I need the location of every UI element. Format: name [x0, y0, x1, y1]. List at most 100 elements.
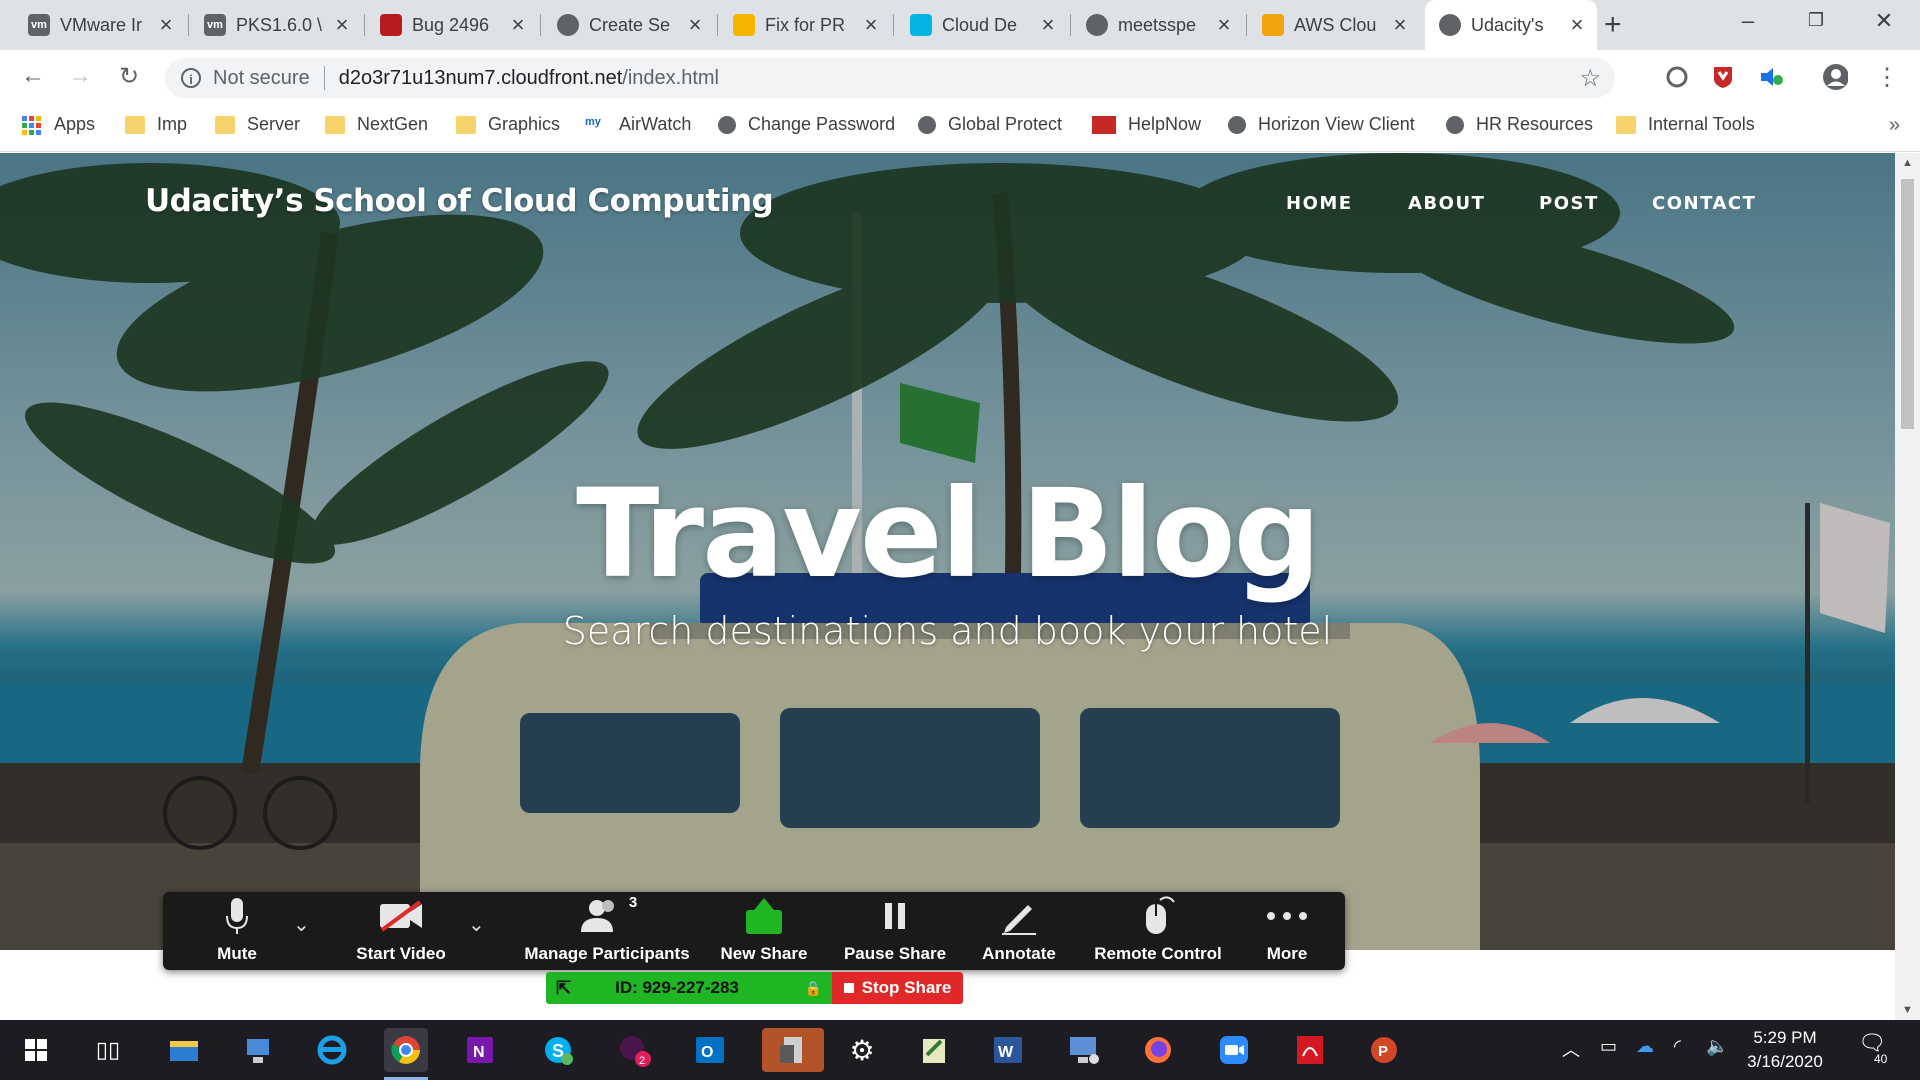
- onedrive-icon[interactable]: ☁: [1636, 1036, 1654, 1057]
- bookmark-horizon-view-client[interactable]: Horizon View Client: [1228, 114, 1415, 135]
- notifications-icon[interactable]: 🗨 40: [1858, 1030, 1890, 1066]
- bookmark-nextgen[interactable]: NextGen: [325, 114, 428, 135]
- manage-participants-button[interactable]: 3 Manage Participants: [507, 892, 707, 970]
- globe-icon: [718, 115, 736, 134]
- close-tab-icon[interactable]: ×: [332, 12, 352, 38]
- network-app-icon[interactable]: [236, 1028, 280, 1072]
- bookmark-hr-resources[interactable]: HR Resources: [1446, 114, 1593, 135]
- address-bar[interactable]: i Not secure d2o3r71u13num7.cloudfront.n…: [165, 58, 1615, 98]
- firefox-icon[interactable]: [1136, 1028, 1180, 1072]
- close-tab-icon[interactable]: ×: [1214, 12, 1234, 38]
- chrome-icon[interactable]: [384, 1028, 428, 1080]
- zoom-app-icon[interactable]: [1212, 1028, 1256, 1072]
- slack-icon[interactable]: 2: [612, 1028, 656, 1072]
- start-video-button[interactable]: Start Video: [331, 892, 471, 970]
- close-tab-icon[interactable]: ×: [685, 12, 705, 38]
- bookmark-internal-tools[interactable]: Internal Tools: [1616, 114, 1755, 135]
- windows-start-icon[interactable]: [14, 1028, 58, 1072]
- minimize-button[interactable]: –: [1728, 8, 1768, 34]
- zoom-share-app-icon[interactable]: [762, 1028, 824, 1072]
- acrobat-icon[interactable]: [1288, 1028, 1332, 1072]
- browser-tab[interactable]: Udacity's ×: [1425, 0, 1597, 50]
- new-tab-button[interactable]: +: [1604, 8, 1622, 42]
- file-explorer-icon[interactable]: [162, 1028, 206, 1072]
- system-clock[interactable]: 5:29 PM 3/16/2020: [1730, 1026, 1840, 1074]
- info-icon[interactable]: i: [181, 68, 201, 88]
- vm-favicon-icon: vm: [204, 14, 226, 36]
- site-brand[interactable]: Udacity’s School of Cloud Computing: [145, 183, 774, 219]
- profile-avatar-icon[interactable]: [1822, 64, 1848, 90]
- page-scrollbar[interactable]: ▲ ▼: [1895, 153, 1920, 1020]
- scroll-down-arrow[interactable]: ▼: [1895, 1004, 1920, 1016]
- mcafee-icon[interactable]: [1710, 64, 1736, 90]
- nav-post[interactable]: POST: [1539, 193, 1599, 214]
- forward-button[interactable]: →: [65, 62, 95, 90]
- chrome-menu-icon[interactable]: ⋮: [1874, 64, 1900, 91]
- browser-tab[interactable]: Bug 2496 ×: [366, 0, 538, 50]
- battery-icon[interactable]: ▭: [1600, 1036, 1617, 1057]
- mute-button[interactable]: Mute: [187, 892, 287, 970]
- bookmark-star-icon[interactable]: ☆: [1579, 64, 1601, 93]
- word-icon[interactable]: W: [986, 1028, 1030, 1072]
- close-window-button[interactable]: ✕: [1864, 8, 1904, 34]
- nav-contact[interactable]: CONTACT: [1652, 193, 1756, 214]
- bookmark-server[interactable]: Server: [215, 114, 300, 135]
- browser-tab[interactable]: AWS Clou ×: [1248, 0, 1420, 50]
- close-tab-icon[interactable]: ×: [156, 12, 176, 38]
- close-tab-icon[interactable]: ×: [1390, 12, 1410, 38]
- browser-tab[interactable]: Create Se ×: [543, 0, 715, 50]
- meeting-id-bar[interactable]: ⇱ ID: 929-227-283 🔒: [546, 972, 832, 1004]
- bookmark-imp[interactable]: Imp: [125, 114, 187, 135]
- nav-home[interactable]: HOME: [1286, 193, 1353, 214]
- browser-tab[interactable]: meetsspe ×: [1072, 0, 1244, 50]
- close-tab-icon[interactable]: ×: [508, 12, 528, 38]
- bookmark-airwatch[interactable]: my AirWatch: [585, 114, 691, 135]
- volume-icon[interactable]: 🔈: [1706, 1036, 1728, 1057]
- back-button[interactable]: ←: [18, 62, 48, 90]
- stop-share-button[interactable]: Stop Share: [832, 972, 963, 1004]
- audio-options-chevron-icon[interactable]: ⌄: [293, 912, 310, 937]
- scroll-thumb[interactable]: [1901, 179, 1914, 429]
- bookmark-global-protect[interactable]: Global Protect: [918, 114, 1062, 135]
- browser-tab[interactable]: Cloud De ×: [896, 0, 1068, 50]
- outlook-icon[interactable]: O: [688, 1028, 732, 1072]
- nav-about[interactable]: ABOUT: [1408, 193, 1485, 214]
- bookmark-change-password[interactable]: Change Password: [718, 114, 895, 135]
- bookmark-graphics[interactable]: Graphics: [456, 114, 560, 135]
- skype-icon[interactable]: S: [536, 1028, 580, 1072]
- tab-strip: vm VMware Ir × vm PKS1.6.0 \ × Bug 2496 × Create…: [0, 0, 1920, 50]
- close-tab-icon[interactable]: ×: [861, 12, 881, 38]
- task-view-icon[interactable]: ▯▯: [86, 1028, 130, 1072]
- video-options-chevron-icon[interactable]: ⌄: [468, 912, 485, 937]
- pause-share-button[interactable]: Pause Share: [835, 892, 955, 970]
- remote-control-button[interactable]: Remote Control: [1083, 892, 1233, 970]
- browser-tab[interactable]: Fix for PR ×: [719, 0, 891, 50]
- scroll-up-arrow[interactable]: ▲: [1895, 157, 1920, 169]
- more-button[interactable]: More: [1247, 892, 1327, 970]
- powerpoint-icon[interactable]: P: [1362, 1028, 1406, 1072]
- bookmark-apps[interactable]: Apps: [22, 114, 95, 135]
- new-share-button[interactable]: New Share: [709, 892, 819, 970]
- notepad-app-icon[interactable]: [912, 1028, 956, 1072]
- close-tab-icon[interactable]: ×: [1038, 12, 1058, 38]
- onenote-icon[interactable]: N: [458, 1028, 502, 1072]
- browser-tab[interactable]: vm VMware Ir ×: [14, 0, 186, 50]
- internet-explorer-icon[interactable]: [310, 1028, 354, 1072]
- bookmarks-overflow-button[interactable]: »: [1889, 114, 1900, 137]
- wifi-icon[interactable]: ◜: [1674, 1036, 1681, 1057]
- bookmark-helpnow[interactable]: HelpNow: [1092, 114, 1201, 135]
- annotate-button[interactable]: Annotate: [969, 892, 1069, 970]
- restore-button[interactable]: ❐: [1796, 10, 1836, 31]
- close-tab-icon[interactable]: ×: [1567, 12, 1587, 38]
- microphone-icon: [224, 894, 250, 938]
- browser-tab[interactable]: vm PKS1.6.0 \ ×: [190, 0, 362, 50]
- screen-reader-extension-icon[interactable]: [1758, 64, 1784, 90]
- remote-desktop-icon[interactable]: [1062, 1028, 1106, 1072]
- settings-gear-icon[interactable]: ⚙: [840, 1028, 884, 1072]
- mute-label: Mute: [217, 944, 257, 963]
- extension-circle-icon[interactable]: [1664, 64, 1690, 90]
- reload-button[interactable]: ↻: [114, 62, 144, 91]
- tab-title: AWS Clou: [1294, 14, 1377, 35]
- tab-title: VMware Ir: [60, 14, 143, 35]
- tray-expand-icon[interactable]: ︿: [1562, 1036, 1580, 1062]
